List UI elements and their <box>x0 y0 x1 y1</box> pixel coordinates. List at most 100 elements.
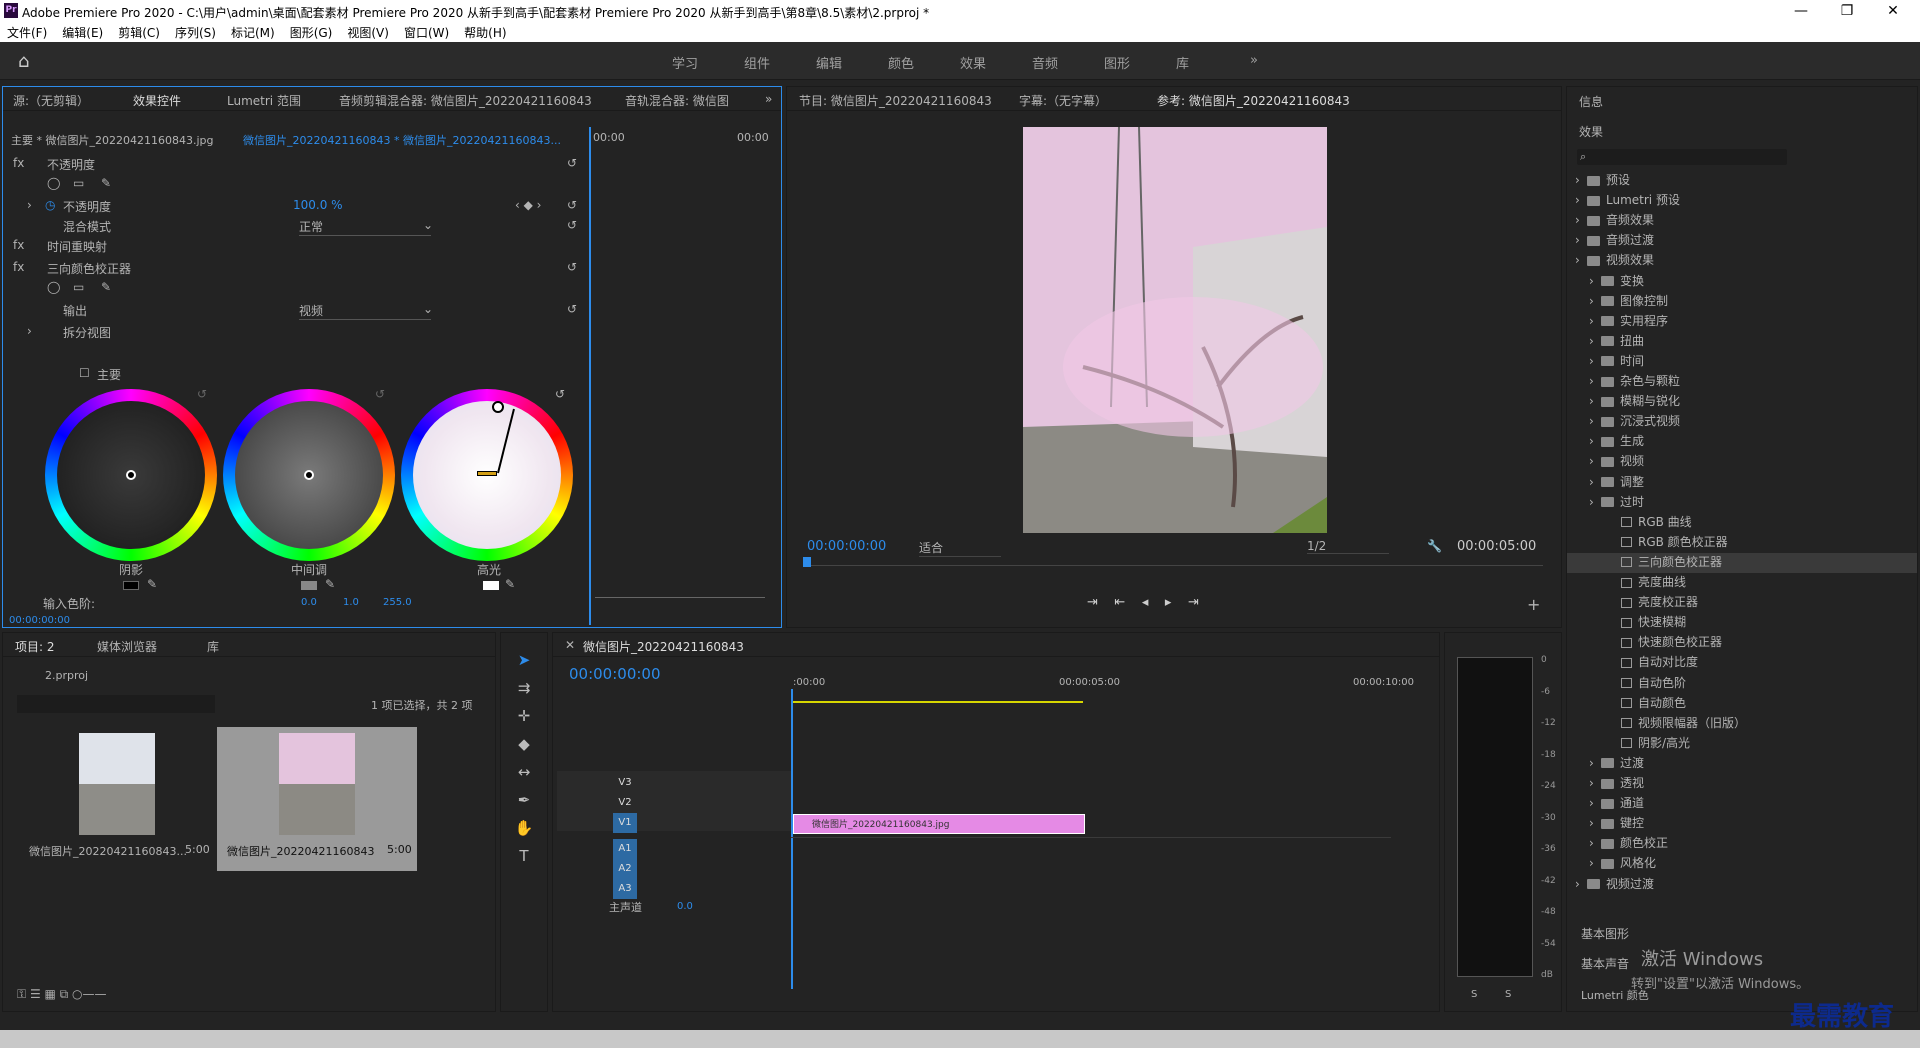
menu-graphics[interactable]: 图形(G) <box>283 22 341 41</box>
more-workspaces-icon[interactable]: » <box>1250 53 1258 68</box>
effect-item[interactable]: › 通道 <box>1589 794 1644 814</box>
reset-icon[interactable]: ↺ <box>567 198 577 212</box>
effect-item[interactable]: › Lumetri 预设 <box>1575 191 1680 211</box>
tab-program[interactable]: 节目: 微信图片_20220421160843 <box>799 92 992 109</box>
project-toolbar[interactable]: ⚿ ☰ ▦ ⧉ ○—— <box>17 987 107 1002</box>
effect-item[interactable]: 亮度曲线 <box>1603 573 1686 593</box>
track-a2[interactable]: A2 <box>613 859 637 879</box>
master-checkbox[interactable]: ☐ <box>79 366 90 380</box>
ws-effects[interactable]: 效果 <box>960 53 986 72</box>
home-icon[interactable]: ⌂ <box>18 51 29 72</box>
menu-view[interactable]: 视图(V) <box>340 22 397 41</box>
project-search-input[interactable] <box>17 695 215 713</box>
panel-overflow-icon[interactable]: » <box>765 92 772 106</box>
effect-item[interactable]: 自动对比度 <box>1603 653 1698 673</box>
effect-item[interactable]: 自动色阶 <box>1603 674 1686 694</box>
menu-help[interactable]: 帮助(H) <box>457 22 514 41</box>
effect-item[interactable]: RGB 曲线 <box>1603 513 1692 533</box>
fit-select[interactable]: 适合 <box>919 539 1001 557</box>
effect-item[interactable]: 三向颜色校正器 <box>1567 552 1917 573</box>
solo-left[interactable]: S <box>1471 989 1477 1000</box>
ws-libraries[interactable]: 库 <box>1176 53 1189 72</box>
tab-source[interactable]: 源:（无剪辑） <box>13 92 89 109</box>
pen-tool-icon[interactable]: ✒ <box>513 791 535 813</box>
ws-learn[interactable]: 学习 <box>672 53 698 72</box>
menu-edit[interactable]: 编辑(E) <box>55 22 111 41</box>
ec-timecode[interactable]: 00:00:00:00 <box>9 615 70 626</box>
split-view-label[interactable]: 拆分视图 <box>63 324 111 341</box>
effect-item[interactable]: › 调整 <box>1589 473 1644 493</box>
effect-item[interactable]: › 变换 <box>1589 272 1644 292</box>
minimize-icon[interactable]: — <box>1778 0 1824 22</box>
tab-lumetri-scopes[interactable]: Lumetri 范围 <box>227 92 301 109</box>
track-a3[interactable]: A3 <box>613 879 637 899</box>
tab-libraries[interactable]: 库 <box>207 638 219 655</box>
type-tool-icon[interactable]: T <box>513 847 535 869</box>
program-timecode[interactable]: 00:00:00:00 <box>807 539 886 554</box>
ec-zoom-scrollbar[interactable] <box>595 597 765 598</box>
mid-swatch[interactable] <box>301 581 317 590</box>
rect-mask-icon[interactable]: ▭ <box>73 176 84 190</box>
effect-item[interactable]: › 过时 <box>1589 493 1644 513</box>
basic-sound-tab[interactable]: 基本声音 <box>1581 955 1629 972</box>
midtones-wheel[interactable] <box>223 389 395 561</box>
eyedropper-icon[interactable]: ✎ <box>505 577 515 591</box>
master-value[interactable]: 0.0 <box>677 901 693 912</box>
reset-wheel-icon[interactable]: ↺ <box>555 387 565 401</box>
timeline-clip[interactable]: 微信图片_20220421160843.jpg <box>793 814 1085 834</box>
tab-captions[interactable]: 字幕:（无字幕） <box>1019 92 1107 109</box>
opacity-group[interactable]: 不透明度 <box>47 156 95 173</box>
output-select[interactable]: 视频 <box>299 302 431 320</box>
pen-mask-icon[interactable]: ✎ <box>101 176 111 190</box>
menu-file[interactable]: 文件(F) <box>0 22 55 41</box>
effect-item[interactable]: › 时间 <box>1589 352 1644 372</box>
effect-item[interactable]: › 音频过渡 <box>1575 231 1654 251</box>
effect-item[interactable]: › 扭曲 <box>1589 332 1644 352</box>
shadows-wheel[interactable] <box>45 389 217 561</box>
opacity-value[interactable]: 100.0 % <box>293 198 343 212</box>
reset-wheel-icon[interactable]: ↺ <box>375 387 385 401</box>
tab-project[interactable]: 项目: 2 <box>15 638 55 656</box>
blend-mode-select[interactable]: 正常 <box>299 218 431 236</box>
keyframe-nav-icon[interactable]: ‹ ◆ › <box>515 198 541 212</box>
effect-item[interactable]: › 实用程序 <box>1589 312 1668 332</box>
level-black[interactable]: 0.0 <box>301 597 317 608</box>
level-white[interactable]: 255.0 <box>383 597 412 608</box>
menu-marker[interactable]: 标记(M) <box>224 22 283 41</box>
track-v3[interactable]: V3 <box>613 773 637 793</box>
highlights-wheel[interactable] <box>401 389 573 561</box>
stopwatch-icon[interactable]: ◷ <box>45 198 55 212</box>
close-icon[interactable]: ✕ <box>1870 0 1916 22</box>
effect-item[interactable]: 视频限幅器（旧版） <box>1603 714 1746 734</box>
ellipse-mask-icon[interactable]: ◯ <box>47 176 60 190</box>
effect-item[interactable]: 自动颜色 <box>1603 694 1686 714</box>
effect-item[interactable]: › 杂色与颗粒 <box>1589 372 1680 392</box>
ws-assembly[interactable]: 组件 <box>744 53 770 72</box>
track-a1[interactable]: A1 <box>613 839 637 859</box>
ws-color[interactable]: 颜色 <box>888 53 914 72</box>
hand-tool-icon[interactable]: ✋ <box>513 819 535 841</box>
effect-item[interactable]: › 透视 <box>1589 774 1644 794</box>
highlight-swatch[interactable] <box>483 581 499 590</box>
level-gamma[interactable]: 1.0 <box>343 597 359 608</box>
selection-tool-icon[interactable]: ➤ <box>513 651 535 673</box>
reset-icon[interactable]: ↺ <box>567 218 577 232</box>
basic-graphics-tab[interactable]: 基本图形 <box>1581 925 1629 942</box>
reset-icon[interactable]: ↺ <box>567 260 577 274</box>
effect-item[interactable]: › 风格化 <box>1589 854 1656 874</box>
menu-window[interactable]: 窗口(W) <box>397 22 457 41</box>
effect-item[interactable]: › 视频过渡 <box>1575 875 1654 895</box>
transport-controls[interactable]: ⇥ ⇤ ◂ ▸ ⇥ <box>1087 595 1199 610</box>
program-playhead[interactable] <box>803 557 811 567</box>
effect-item[interactable]: › 视频 <box>1589 452 1644 472</box>
tab-reference[interactable]: 参考: 微信图片_20220421160843 <box>1157 92 1350 110</box>
effect-item[interactable]: 阴影/高光 <box>1603 734 1690 754</box>
tab-audio-clip-mixer[interactable]: 音频剪辑混合器: 微信图片_20220421160843 <box>339 92 592 109</box>
track-v2[interactable]: V2 <box>613 793 637 813</box>
resolution-select[interactable]: 1/2 <box>1307 539 1389 554</box>
eyedropper-icon[interactable]: ✎ <box>325 577 335 591</box>
add-button-icon[interactable]: + <box>1527 595 1540 614</box>
ws-graphics[interactable]: 图形 <box>1104 53 1130 72</box>
effect-item[interactable]: 亮度校正器 <box>1603 593 1698 613</box>
tab-audio-track-mixer[interactable]: 音轨混合器: 微信图 <box>625 92 729 109</box>
